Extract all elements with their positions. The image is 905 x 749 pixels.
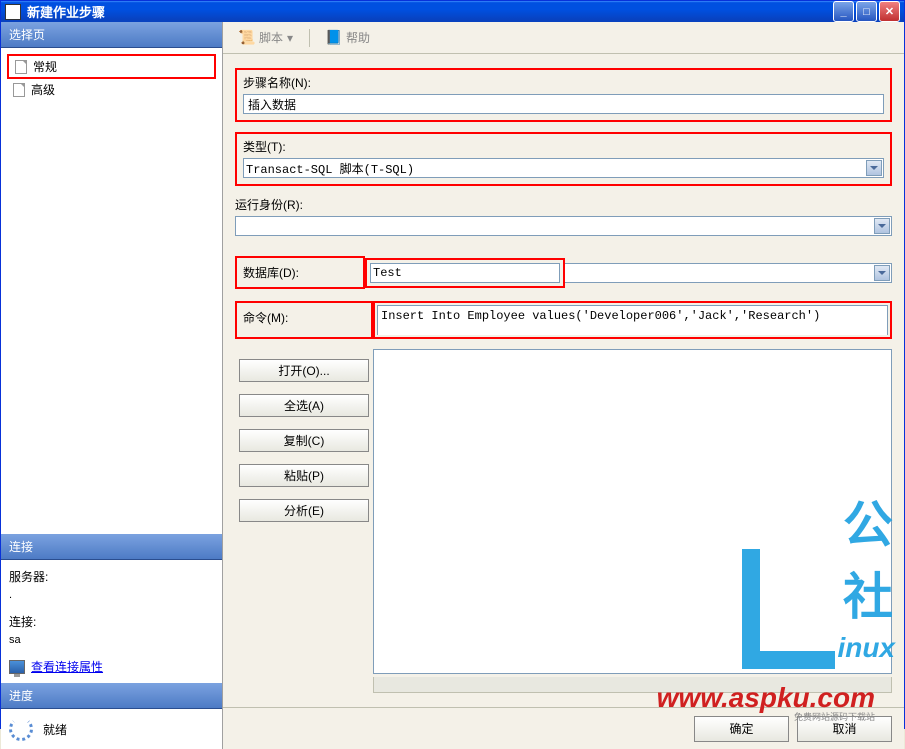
command-full-row: 打开(O)... 全选(A) 复制(C) 粘贴(P) 分析(E) xyxy=(235,351,892,693)
type-value: Transact-SQL 脚本(T-SQL) xyxy=(246,160,414,177)
type-label: 类型(T): xyxy=(243,138,884,155)
connection-header: 连接 xyxy=(1,534,222,560)
parse-button[interactable]: 分析(E) xyxy=(239,499,369,522)
database-label: 数据库(D): xyxy=(243,266,299,280)
run-as-label: 运行身份(R): xyxy=(235,196,892,213)
nav-tree: 常规 高级 xyxy=(1,48,222,534)
paste-button[interactable]: 粘贴(P) xyxy=(239,464,369,487)
scrollbar-horizontal[interactable] xyxy=(373,677,892,693)
window-body: 选择页 常规 高级 连接 服务器: . 连接: xyxy=(1,22,904,749)
command-textarea[interactable] xyxy=(373,349,892,674)
script-label: 脚本 xyxy=(259,29,283,46)
monitor-icon xyxy=(9,660,25,674)
database-value: Test xyxy=(373,266,402,280)
maximize-button[interactable]: □ xyxy=(856,1,877,22)
copy-button[interactable]: 复制(C) xyxy=(239,429,369,452)
open-button[interactable]: 打开(O)... xyxy=(239,359,369,382)
database-row: 数据库(D): Test xyxy=(235,256,892,289)
progress-status: 就绪 xyxy=(43,721,67,738)
database-highlight: Test xyxy=(365,258,565,288)
page-icon xyxy=(11,82,27,98)
server-label: 服务器: xyxy=(9,568,214,585)
progress-section: 就绪 xyxy=(1,709,222,749)
script-icon: 📜 xyxy=(239,30,255,46)
main-content: 步骤名称(N): 类型(T): Transact-SQL 脚本(T-SQL) 运… xyxy=(223,54,904,707)
help-label: 帮助 xyxy=(346,29,370,46)
view-props-link[interactable]: 查看连接属性 xyxy=(31,658,103,675)
server-value: . xyxy=(9,589,214,601)
sidebar-item-advanced[interactable]: 高级 xyxy=(7,79,216,100)
step-name-group: 步骤名称(N): xyxy=(235,68,892,122)
page-icon xyxy=(13,59,29,75)
dialog-window: 新建作业步骤 _ □ ✕ 选择页 常规 高级 xyxy=(0,0,905,729)
step-name-label: 步骤名称(N): xyxy=(243,74,884,91)
database-select[interactable]: Test xyxy=(370,263,560,283)
progress-header: 进度 xyxy=(1,683,222,709)
database-label-box: 数据库(D): xyxy=(235,256,365,289)
help-button[interactable]: 📘 帮助 xyxy=(320,27,376,48)
close-button[interactable]: ✕ xyxy=(879,1,900,22)
command-label: 命令(M): xyxy=(243,309,288,326)
command-text-preview: Insert Into Employee values('Developer00… xyxy=(377,305,888,335)
window-title: 新建作业步骤 xyxy=(27,2,833,21)
run-as-group: 运行身份(R): xyxy=(235,196,892,236)
view-connection-props[interactable]: 查看连接属性 xyxy=(9,658,214,675)
database-select-ext[interactable] xyxy=(565,263,892,283)
command-buttons: 打开(O)... 全选(A) 复制(C) 粘贴(P) 分析(E) xyxy=(235,359,373,522)
select-page-header: 选择页 xyxy=(1,22,222,48)
select-all-button[interactable]: 全选(A) xyxy=(239,394,369,417)
command-highlight: Insert Into Employee values('Developer00… xyxy=(373,301,892,339)
spinner-icon xyxy=(9,717,33,741)
main-panel: 📜 脚本 ▾ 📘 帮助 步骤名称(N): 类型(T): xyxy=(223,22,904,749)
app-icon xyxy=(5,4,21,20)
help-icon: 📘 xyxy=(326,30,342,46)
minimize-button[interactable]: _ xyxy=(833,1,854,22)
connection-value: sa xyxy=(9,634,214,646)
sidebar-item-general[interactable]: 常规 xyxy=(7,54,216,79)
titlebar[interactable]: 新建作业步骤 _ □ ✕ xyxy=(1,1,904,22)
sidebar-item-label: 高级 xyxy=(31,81,55,98)
chevron-down-icon[interactable] xyxy=(874,265,890,281)
type-select[interactable]: Transact-SQL 脚本(T-SQL) xyxy=(243,158,884,178)
chevron-down-icon[interactable] xyxy=(866,160,882,176)
footer: 确定 取消 xyxy=(223,707,904,749)
dropdown-icon: ▾ xyxy=(287,31,293,45)
sidebar: 选择页 常规 高级 连接 服务器: . 连接: xyxy=(1,22,223,749)
connection-label: 连接: xyxy=(9,613,214,630)
toolbar-separator xyxy=(309,29,310,47)
window-controls: _ □ ✕ xyxy=(833,1,900,22)
command-row: 命令(M): Insert Into Employee values('Deve… xyxy=(235,301,892,339)
command-label-box: 命令(M): xyxy=(235,301,373,339)
chevron-down-icon[interactable] xyxy=(874,218,890,234)
step-name-input[interactable] xyxy=(243,94,884,114)
script-button[interactable]: 📜 脚本 ▾ xyxy=(233,27,299,48)
toolbar: 📜 脚本 ▾ 📘 帮助 xyxy=(223,22,904,54)
connection-section: 服务器: . 连接: sa 查看连接属性 xyxy=(1,560,222,683)
run-as-select[interactable] xyxy=(235,216,892,236)
sidebar-item-label: 常规 xyxy=(33,58,57,75)
type-group: 类型(T): Transact-SQL 脚本(T-SQL) xyxy=(235,132,892,186)
